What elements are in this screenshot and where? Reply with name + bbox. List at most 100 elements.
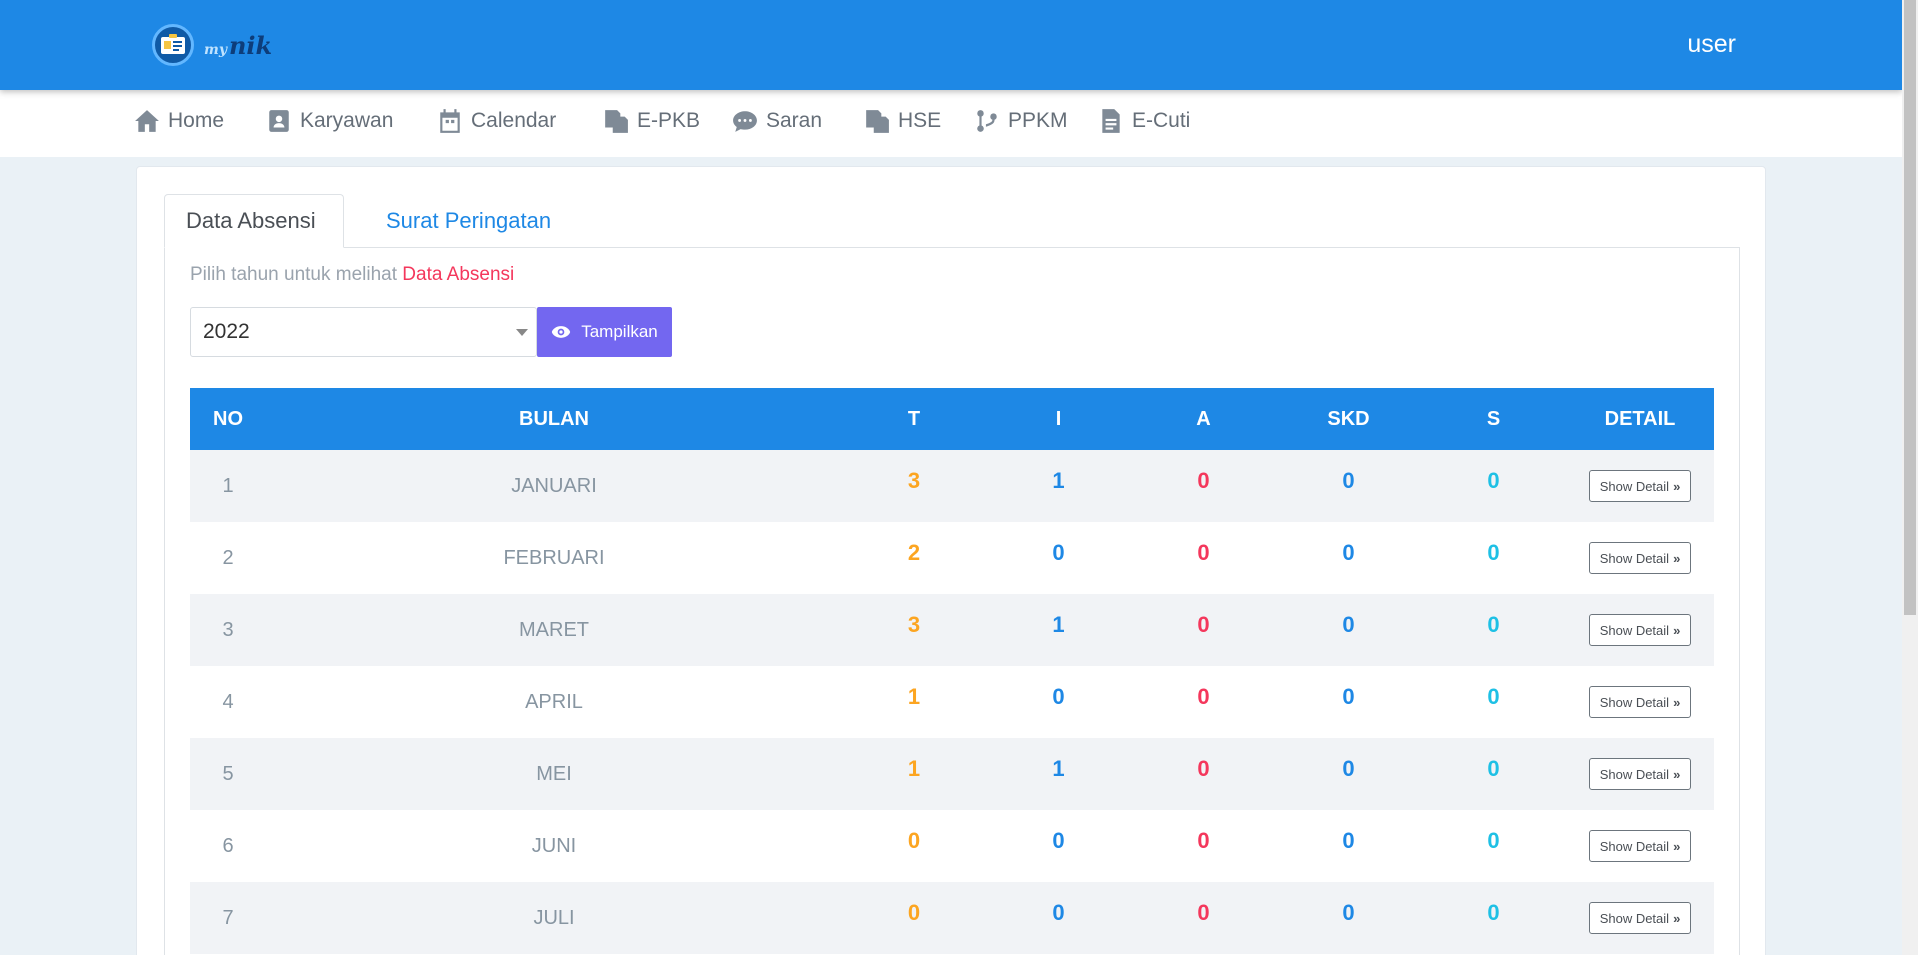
- row-a-value: 0: [1197, 828, 1210, 853]
- nav-label: Home: [168, 109, 225, 132]
- row-t-value: 1: [907, 684, 921, 709]
- double-chevron-right-icon: »: [1673, 478, 1681, 494]
- table-header: NO BULAN T I A SKD S DETAIL: [190, 388, 1714, 450]
- show-detail-button[interactable]: Show Detail»: [1588, 686, 1692, 718]
- row-detail-cell: Show Detail»: [1566, 686, 1714, 718]
- row-no: 7: [222, 906, 234, 929]
- year-select[interactable]: 2022: [190, 307, 537, 357]
- row-no: 2: [222, 546, 234, 569]
- nav-label: Calendar: [471, 109, 557, 132]
- year-select-value: 2022: [203, 320, 250, 343]
- show-detail-button[interactable]: Show Detail»: [1588, 758, 1692, 790]
- nav-label: HSE: [898, 109, 942, 132]
- table-row: 3 MARET 3 1 0 0 0 Show Detail»: [190, 594, 1714, 666]
- double-chevron-right-icon: »: [1673, 694, 1681, 710]
- content-card: Data Absensi Surat Peringatan Pilih tahu…: [136, 166, 1766, 955]
- show-detail-button[interactable]: Show Detail»: [1588, 542, 1692, 574]
- tampilkan-button[interactable]: Tampilkan: [537, 307, 672, 357]
- row-detail-cell: Show Detail»: [1566, 902, 1714, 934]
- row-i-value: 1: [1052, 468, 1065, 493]
- show-detail-button[interactable]: Show Detail»: [1588, 830, 1692, 862]
- eye-icon: [552, 326, 571, 338]
- code-branch-icon: [977, 110, 997, 132]
- nav-label: E-PKB: [637, 109, 701, 132]
- calendar-icon: [440, 109, 460, 133]
- show-detail-label: Show Detail: [1599, 550, 1670, 566]
- row-bulan: FEBRUARI: [503, 546, 605, 569]
- table-row: 4 APRIL 1 0 0 0 0 Show Detail»: [190, 666, 1714, 738]
- row-skd-value: 0: [1342, 540, 1355, 565]
- row-skd-value: 0: [1342, 612, 1355, 637]
- table-row: 1 JANUARI 3 1 0 0 0 Show Detail»: [190, 450, 1714, 522]
- contact-card-icon: [269, 110, 289, 132]
- row-no: 4: [222, 690, 234, 713]
- nav-item-calendar[interactable]: Calendar: [437, 108, 556, 134]
- caret-down-icon: [516, 329, 528, 336]
- nav-label: E-Cuti: [1132, 109, 1191, 132]
- row-s-value: 0: [1487, 900, 1500, 925]
- nav-label: Saran: [766, 109, 823, 132]
- row-t-value: 3: [907, 468, 921, 493]
- row-bulan: JULI: [533, 906, 575, 929]
- table-row: 7 JULI 0 0 0 0 0 Show Detail»: [190, 882, 1714, 954]
- logo-wordmark: mynik: [204, 30, 273, 60]
- header-t: T: [907, 407, 921, 430]
- user-menu[interactable]: user: [1687, 30, 1736, 59]
- nav-item-saran[interactable]: Saran: [732, 108, 822, 134]
- chat-bubble-icon: [733, 111, 757, 132]
- row-a-value: 0: [1197, 468, 1210, 493]
- id-card-logo-icon: [152, 24, 194, 66]
- double-chevron-right-icon: »: [1673, 766, 1681, 782]
- row-bulan: APRIL: [525, 690, 583, 713]
- home-icon: [135, 110, 159, 132]
- row-detail-cell: Show Detail»: [1566, 758, 1714, 790]
- show-detail-button[interactable]: Show Detail»: [1588, 470, 1692, 502]
- copy-document-icon: [605, 110, 628, 133]
- row-i-value: 0: [1052, 828, 1065, 853]
- show-detail-label: Show Detail: [1599, 910, 1670, 926]
- nav-item-hse[interactable]: HSE: [864, 108, 941, 134]
- show-detail-label: Show Detail: [1599, 838, 1670, 854]
- row-bulan: JANUARI: [511, 474, 597, 497]
- row-i-value: 0: [1052, 900, 1065, 925]
- page-scrollbar[interactable]: [1902, 0, 1918, 955]
- tab-data-absensi[interactable]: Data Absensi: [164, 194, 344, 248]
- row-i-value: 0: [1052, 540, 1065, 565]
- row-t-value: 0: [907, 900, 921, 925]
- copy-document-icon: [866, 110, 889, 133]
- row-s-value: 0: [1487, 540, 1500, 565]
- show-detail-button[interactable]: Show Detail»: [1588, 614, 1692, 646]
- nav-item-ppkm[interactable]: PPKM: [974, 108, 1068, 134]
- nav-item-e-pkb[interactable]: E-PKB: [603, 108, 700, 134]
- row-bulan: JUNI: [531, 834, 577, 857]
- row-s-value: 0: [1487, 684, 1500, 709]
- nav-item-karyawan[interactable]: Karyawan: [266, 108, 393, 134]
- header-a: A: [1196, 407, 1211, 430]
- row-s-value: 0: [1487, 468, 1500, 493]
- row-i-value: 0: [1052, 684, 1065, 709]
- double-chevron-right-icon: »: [1673, 622, 1681, 638]
- absensi-table: NO BULAN T I A SKD S DETAIL 1 JANUARI 3 …: [190, 388, 1714, 954]
- row-s-value: 0: [1487, 828, 1500, 853]
- row-i-value: 1: [1052, 612, 1065, 637]
- header-bulan: BULAN: [519, 407, 589, 430]
- app-logo[interactable]: mynik: [152, 24, 272, 66]
- nav-label: PPKM: [1008, 109, 1068, 132]
- show-detail-label: Show Detail: [1599, 766, 1670, 782]
- row-bulan: MEI: [536, 762, 572, 785]
- row-s-value: 0: [1487, 612, 1500, 637]
- top-bar: mynik user: [0, 0, 1902, 90]
- row-a-value: 0: [1197, 756, 1210, 781]
- hint-text: Pilih tahun untuk melihat: [190, 264, 398, 285]
- header-skd: SKD: [1327, 407, 1370, 430]
- nav-item-home[interactable]: Home: [134, 108, 224, 134]
- row-detail-cell: Show Detail»: [1566, 542, 1714, 574]
- nav-item-e-cuti[interactable]: E-Cuti: [1098, 108, 1190, 134]
- show-detail-label: Show Detail: [1599, 622, 1670, 638]
- tampilkan-label: Tampilkan: [581, 322, 658, 341]
- row-bulan: MARET: [519, 618, 589, 641]
- show-detail-button[interactable]: Show Detail»: [1588, 902, 1692, 934]
- tab-surat-peringatan[interactable]: Surat Peringatan: [365, 194, 572, 248]
- scrollbar-thumb[interactable]: [1904, 0, 1916, 615]
- row-skd-value: 0: [1342, 828, 1355, 853]
